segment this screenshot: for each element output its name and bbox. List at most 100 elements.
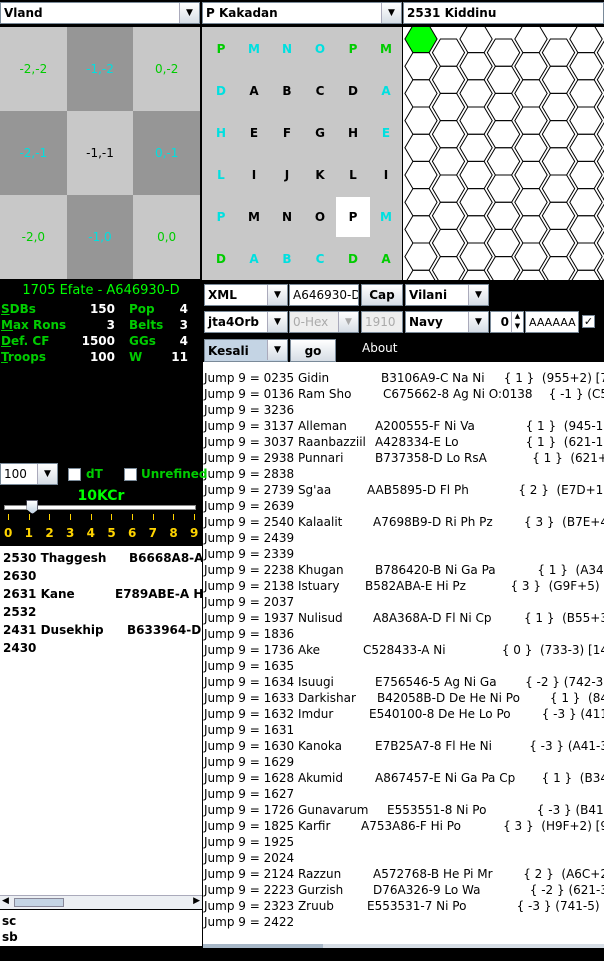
- range-select[interactable]: 100 ▼: [0, 463, 58, 485]
- sector-cell[interactable]: 0,-2: [133, 27, 200, 111]
- table-row[interactable]: Jump 9 = 2739 Sg'aa AAB5895-D Fl Ph { 2 } …: [203, 482, 604, 498]
- subsector-letter[interactable]: L: [336, 155, 370, 195]
- cap-button[interactable]: Cap: [361, 284, 403, 306]
- subsector-letter[interactable]: K: [303, 155, 337, 195]
- hex-cell[interactable]: [541, 228, 576, 258]
- hex-cell[interactable]: [404, 242, 438, 271]
- subsector-letter[interactable]: I: [237, 155, 271, 195]
- table-row[interactable]: Jump 9 = 2124 Razzun A572768-B He Pi Mr { …: [203, 866, 604, 882]
- table-row[interactable]: Jump 9 = 3236: [203, 402, 604, 418]
- nearby-list[interactable]: 2530 Thaggesh B6668A8-A G 2630 2631 Kane E78…: [0, 546, 202, 896]
- plugin-select[interactable]: jta4Orb ▼: [204, 311, 288, 333]
- subsector-letter[interactable]: B: [270, 71, 304, 111]
- hex-cell[interactable]: [596, 202, 604, 229]
- table-row[interactable]: Jump 9 = 2439: [203, 530, 604, 546]
- table-row[interactable]: Jump 9 = 2639: [203, 498, 604, 514]
- subsector-letter[interactable]: O: [303, 29, 337, 69]
- subsector-letter[interactable]: M: [369, 29, 403, 69]
- hex-select[interactable]: 0-Hex ▼: [289, 311, 359, 333]
- hex-cell[interactable]: [541, 92, 576, 122]
- subsector-letter[interactable]: A: [369, 71, 403, 111]
- subsector-selector[interactable]: P Kakadan ▼: [202, 2, 402, 24]
- hex-cell[interactable]: [431, 174, 466, 203]
- list-item[interactable]: 2430: [3, 639, 202, 657]
- hex-cell[interactable]: [404, 160, 438, 190]
- hex-cell[interactable]: [459, 79, 493, 108]
- scrollbar-thumb[interactable]: [203, 944, 323, 948]
- subsector-letter[interactable]: A: [369, 239, 403, 279]
- table-row[interactable]: Jump 9 = 1825 Karfir A753A86-F Hi Po { 3 }…: [203, 818, 604, 834]
- hex-cell[interactable]: [431, 201, 466, 230]
- hex-cell[interactable]: [405, 269, 437, 280]
- sector-cell[interactable]: -1,0: [66, 195, 134, 279]
- chevron-down-icon[interactable]: ▼: [37, 464, 57, 484]
- hex-cell[interactable]: [404, 215, 438, 244]
- sector-cell[interactable]: -1,-1: [66, 111, 134, 195]
- hex-cell[interactable]: [459, 242, 493, 271]
- table-row[interactable]: Jump 9 = 1925: [203, 834, 604, 850]
- subsector-letter[interactable]: A: [237, 239, 271, 279]
- subsector-letter[interactable]: F: [270, 113, 304, 153]
- hex-cell[interactable]: [570, 269, 602, 280]
- hex-cell[interactable]: [569, 79, 603, 108]
- hex-cell[interactable]: [515, 269, 547, 280]
- hex-cell[interactable]: [596, 175, 604, 202]
- checkbox-checked-icon[interactable]: ✓: [582, 315, 595, 328]
- code-field[interactable]: AAAAAA: [525, 311, 579, 333]
- subsector-grid[interactable]: PMNOPMDABCDAHEFGHELIJKLIPMNOPMDABCDA: [202, 27, 402, 280]
- selected-hex[interactable]: [404, 27, 438, 54]
- list-item[interactable]: 2530 Thaggesh B6668A8-A G: [3, 549, 202, 567]
- subsector-letter[interactable]: O: [303, 197, 337, 237]
- table-row[interactable]: Jump 9 = 1629: [203, 754, 604, 770]
- subsector-letter[interactable]: M: [237, 197, 271, 237]
- table-row[interactable]: Jump 9 = 1635: [203, 658, 604, 674]
- chevron-down-icon[interactable]: ▼: [381, 3, 401, 23]
- subsector-letter[interactable]: H: [336, 113, 370, 153]
- hex-cell[interactable]: [459, 106, 493, 135]
- chevron-down-icon[interactable]: ▼: [267, 312, 287, 332]
- subsector-letter[interactable]: M: [237, 29, 271, 69]
- spin-up-icon[interactable]: ▲: [511, 312, 523, 322]
- hex-cell[interactable]: [541, 38, 576, 67]
- jump-list[interactable]: Jump 9 = 0235 Gidin B3106A9-C Na Ni { 1 } …: [203, 362, 604, 946]
- dt-checkbox[interactable]: [68, 468, 81, 481]
- uwp-field[interactable]: A646930-D: [289, 284, 359, 306]
- hex-map-canvas[interactable]: [403, 27, 604, 280]
- table-row[interactable]: Jump 9 = 2339: [203, 546, 604, 562]
- hex-cell[interactable]: [541, 120, 576, 149]
- nearby-scrollbar[interactable]: ◀ ▶: [0, 895, 202, 909]
- hex-cell[interactable]: [514, 133, 548, 162]
- table-row[interactable]: Jump 9 = 2540 Kalaalit A7698B9-D Ri Ph Pz…: [203, 514, 604, 530]
- hex-cell[interactable]: [459, 52, 493, 81]
- subsector-letter[interactable]: C: [303, 71, 337, 111]
- hex-cell[interactable]: [514, 215, 548, 244]
- world-selector[interactable]: 2531 Kiddinu: [403, 2, 604, 24]
- table-row[interactable]: Jump 9 = 2037: [203, 594, 604, 610]
- hex-cell[interactable]: [431, 38, 466, 67]
- subsector-letter[interactable]: N: [270, 29, 304, 69]
- subsector-letter[interactable]: D: [204, 239, 238, 279]
- table-row[interactable]: Jump 9 = 2024: [203, 850, 604, 866]
- subsector-letter[interactable]: D: [204, 71, 238, 111]
- hex-cell[interactable]: [569, 27, 603, 54]
- hex-cell[interactable]: [596, 66, 604, 93]
- hex-cell[interactable]: [569, 188, 603, 217]
- hex-cell[interactable]: [541, 256, 576, 280]
- subsector-letter[interactable]: B: [270, 239, 304, 279]
- chevron-down-icon[interactable]: ▼: [267, 340, 287, 360]
- hex-cell[interactable]: [459, 160, 493, 190]
- search-combo[interactable]: Kesali ▼: [204, 339, 288, 362]
- table-row[interactable]: Jump 9 = 1726 Gunavarum E553551-8 Ni Po { …: [203, 802, 604, 818]
- hex-cell[interactable]: [404, 52, 438, 81]
- hex-cell[interactable]: [486, 228, 521, 258]
- hex-cell[interactable]: [486, 120, 521, 149]
- hex-cell[interactable]: [596, 93, 604, 120]
- hex-cell[interactable]: [486, 201, 521, 230]
- sector-selector[interactable]: Vland ▼: [0, 2, 200, 24]
- sector-cell[interactable]: -2,-1: [0, 111, 67, 195]
- table-row[interactable]: Jump 9 = 0235 Gidin B3106A9-C Na Ni { 1 } …: [203, 370, 604, 386]
- table-row[interactable]: Jump 9 = 2938 Punnari B737358-D Lo RsA { 1…: [203, 450, 604, 466]
- hex-cell[interactable]: [541, 201, 576, 230]
- scroll-left-icon[interactable]: ◀: [2, 896, 9, 906]
- hex-cell[interactable]: [541, 65, 576, 94]
